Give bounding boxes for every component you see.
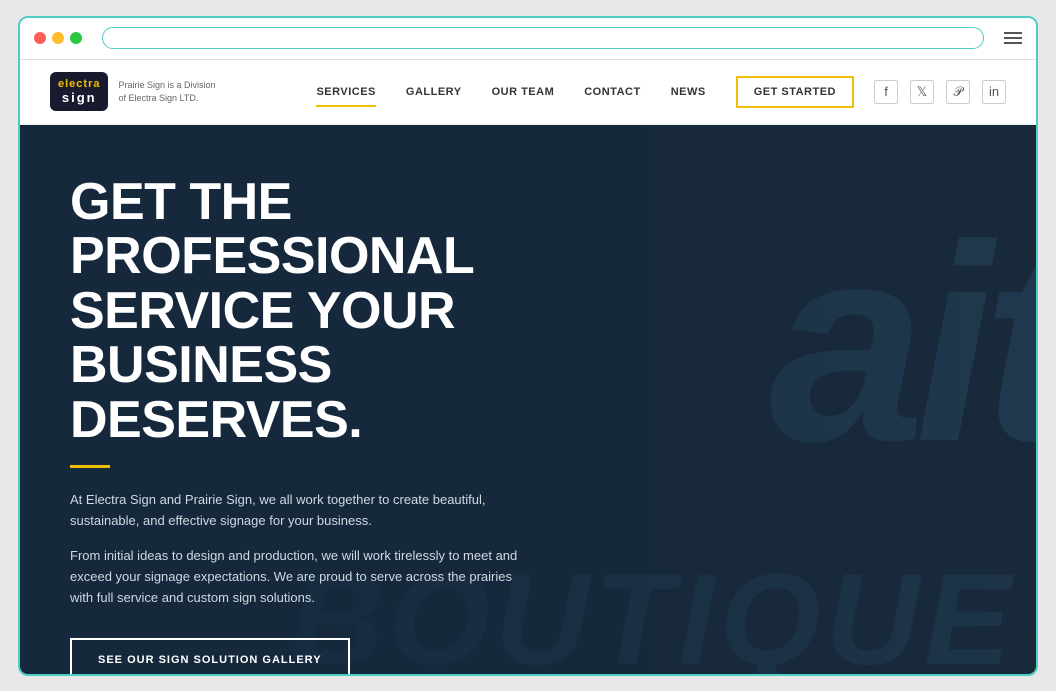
hero-content: GET THE PROFESSIONAL SERVICE YOUR BUSINE… bbox=[20, 125, 620, 674]
hero-divider bbox=[70, 465, 110, 468]
minimize-button[interactable] bbox=[52, 32, 64, 44]
nav-news[interactable]: NEWS bbox=[671, 81, 706, 103]
logo-tagline: Prairie Sign is a Division of Electra Si… bbox=[118, 79, 215, 104]
nav-gallery[interactable]: GALLERY bbox=[406, 81, 462, 103]
address-bar[interactable] bbox=[102, 27, 984, 49]
website: electra sign Prairie Sign is a Division … bbox=[20, 60, 1036, 674]
browser-chrome bbox=[20, 18, 1036, 60]
social-icons: f 𝕏 𝒫 in bbox=[874, 80, 1006, 104]
traffic-lights bbox=[34, 32, 82, 44]
logo-badge[interactable]: electra sign bbox=[50, 72, 108, 111]
hero-paragraph-2: From initial ideas to design and product… bbox=[70, 546, 530, 608]
maximize-button[interactable] bbox=[70, 32, 82, 44]
browser-menu-button[interactable] bbox=[1004, 32, 1022, 44]
hero-title: GET THE PROFESSIONAL SERVICE YOUR BUSINE… bbox=[70, 175, 570, 448]
close-button[interactable] bbox=[34, 32, 46, 44]
pinterest-icon[interactable]: 𝒫 bbox=[946, 80, 970, 104]
linkedin-icon[interactable]: in bbox=[982, 80, 1006, 104]
site-header: electra sign Prairie Sign is a Division … bbox=[20, 60, 1036, 125]
logo-electra: electra bbox=[58, 78, 100, 90]
nav-contact[interactable]: CONTACT bbox=[584, 81, 640, 103]
logo-area: electra sign Prairie Sign is a Division … bbox=[50, 72, 216, 111]
logo-sign: sign bbox=[62, 90, 97, 105]
hero-section: ait BOUTIQUE GET THE PROFESSIONAL SERVIC… bbox=[20, 125, 1036, 674]
nav-our-team[interactable]: OUR TEAM bbox=[492, 81, 555, 103]
get-started-button[interactable]: GET STARTED bbox=[736, 76, 854, 108]
facebook-icon[interactable]: f bbox=[874, 80, 898, 104]
browser-window: electra sign Prairie Sign is a Division … bbox=[18, 16, 1038, 676]
twitter-icon[interactable]: 𝕏 bbox=[910, 80, 934, 104]
nav-services[interactable]: SERVICES bbox=[316, 81, 375, 103]
hero-paragraph-1: At Electra Sign and Prairie Sign, we all… bbox=[70, 490, 530, 532]
site-nav: SERVICES GALLERY OUR TEAM CONTACT NEWS G… bbox=[316, 76, 854, 108]
hero-cta-button[interactable]: SEE OUR SIGN SOLUTION GALLERY bbox=[70, 638, 350, 673]
